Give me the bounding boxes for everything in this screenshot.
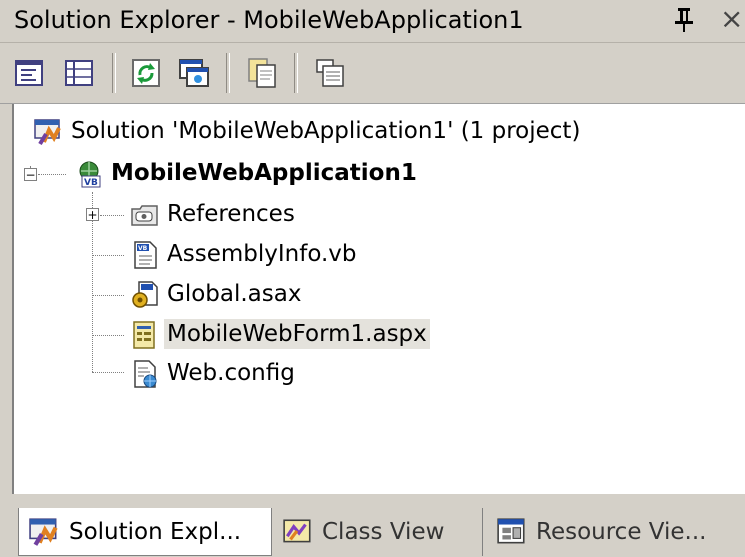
tab-solution-explorer[interactable]: Solution Expl... xyxy=(18,508,272,556)
properties-icon[interactable] xyxy=(64,57,96,89)
config-file-icon xyxy=(134,360,157,388)
tab-label: Solution Expl... xyxy=(69,519,242,545)
toolbar-separator xyxy=(294,53,298,93)
tree-item-label: MobileWebForm1.aspx xyxy=(164,319,430,349)
mobile-webform-icon xyxy=(133,321,155,349)
svg-text:VB: VB xyxy=(138,245,148,252)
tree-item-label: AssemblyInfo.vb xyxy=(167,241,357,267)
tree-connector xyxy=(92,335,124,336)
solution-icon xyxy=(34,119,61,146)
show-all-files-icon[interactable] xyxy=(314,57,346,89)
tree-connector xyxy=(92,372,124,373)
global-asax-icon xyxy=(132,281,158,308)
title-bar: Solution Explorer - MobileWebApplication… xyxy=(0,0,745,43)
tree-connector xyxy=(38,174,66,175)
window-title: Solution Explorer - MobileWebApplication… xyxy=(14,6,524,34)
tab-resource-view[interactable]: Resource Vie... xyxy=(486,508,745,556)
tab-label: Class View xyxy=(322,519,445,545)
copy-project-icon[interactable] xyxy=(246,57,278,89)
pushpin-icon[interactable] xyxy=(672,6,696,34)
tab-class-view[interactable]: Class View xyxy=(272,508,483,556)
toolbar xyxy=(0,43,745,104)
vb-web-project-icon: VB xyxy=(79,161,101,188)
close-icon[interactable]: × xyxy=(720,4,743,34)
refresh-icon[interactable] xyxy=(130,57,162,89)
svg-text:VB: VB xyxy=(84,178,98,188)
vb-file-icon: VB xyxy=(134,241,157,269)
tab-strip: Solution Expl... Class View Resource Vie… xyxy=(0,494,745,557)
solution-tree: Solution 'MobileWebApplication1' (1 proj… xyxy=(12,104,745,494)
toolbar-separator xyxy=(112,53,116,93)
references-folder-icon xyxy=(131,205,158,226)
solution-icon xyxy=(29,518,58,546)
tree-connector xyxy=(92,255,124,256)
project-expander[interactable]: − xyxy=(24,168,37,181)
resource-view-icon xyxy=(497,518,525,544)
tab-label: Resource Vie... xyxy=(536,519,707,545)
tree-item-label: Web.config xyxy=(167,360,295,386)
class-view-icon xyxy=(283,519,311,543)
view-code-icon[interactable] xyxy=(14,57,46,89)
toolbar-separator xyxy=(226,53,230,93)
references-expander[interactable]: + xyxy=(86,208,99,221)
tree-connector xyxy=(100,215,124,216)
tree-item-label: References xyxy=(167,201,295,227)
tree-connector xyxy=(92,295,124,296)
solution-label: Solution 'MobileWebApplication1' (1 proj… xyxy=(71,118,581,144)
tree-item-label: Global.asax xyxy=(167,281,302,307)
view-designer-icon[interactable] xyxy=(178,57,210,89)
project-label: MobileWebApplication1 xyxy=(111,160,417,186)
